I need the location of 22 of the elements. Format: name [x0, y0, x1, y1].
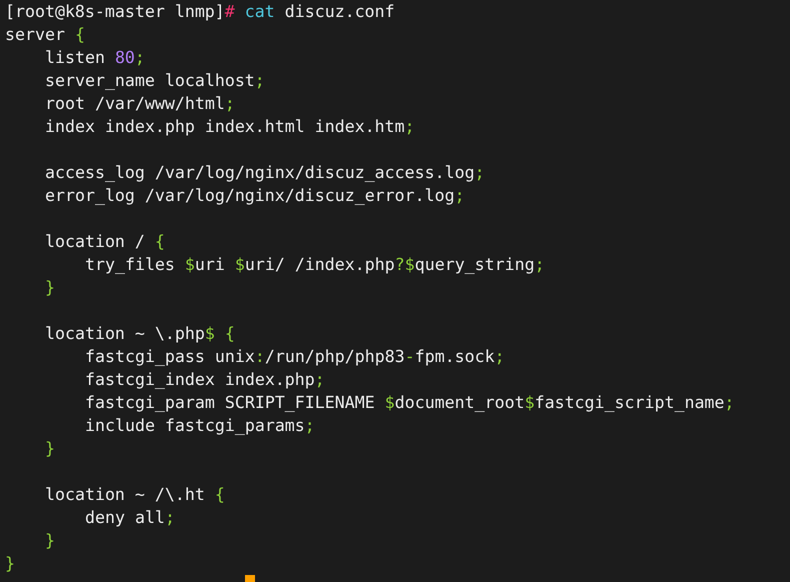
code-line: }	[45, 438, 55, 460]
code-line: index index.php index.html index.htm;	[45, 116, 415, 138]
code-line: include fastcgi_params;	[85, 415, 315, 437]
code-line: server_name localhost;	[45, 70, 265, 92]
code-line: }	[45, 530, 55, 552]
code-line: fastcgi_index index.php;	[85, 369, 325, 391]
code-line: server {	[5, 24, 85, 46]
code-line: try_files $uri $uri/ /index.php?$query_string;	[85, 254, 545, 276]
code-line: }	[5, 553, 15, 575]
code-line: listen 80;	[45, 47, 145, 69]
code-line: access_log /var/log/nginx/discuz_access.log;	[45, 162, 485, 184]
code-line: deny all;	[85, 507, 175, 529]
code-line: location ~ /\.ht {	[45, 484, 225, 506]
code-line: location / {	[45, 231, 165, 253]
code-line: }	[45, 277, 55, 299]
code-line: root /var/www/html;	[45, 93, 235, 115]
code-line: location ~ \.php$ {	[45, 323, 235, 345]
code-line: [root@k8s-master lnmp]# cat discuz.conf	[5, 1, 395, 23]
code-line: error_log /var/log/nginx/discuz_error.log;	[45, 185, 465, 207]
code-line: fastcgi_pass unix:/run/php/php83-fpm.sock;	[85, 346, 505, 368]
code-line: fastcgi_param SCRIPT_FILENAME $document_root$fastcgi_script_name;	[85, 392, 734, 414]
text-cursor	[245, 575, 255, 582]
